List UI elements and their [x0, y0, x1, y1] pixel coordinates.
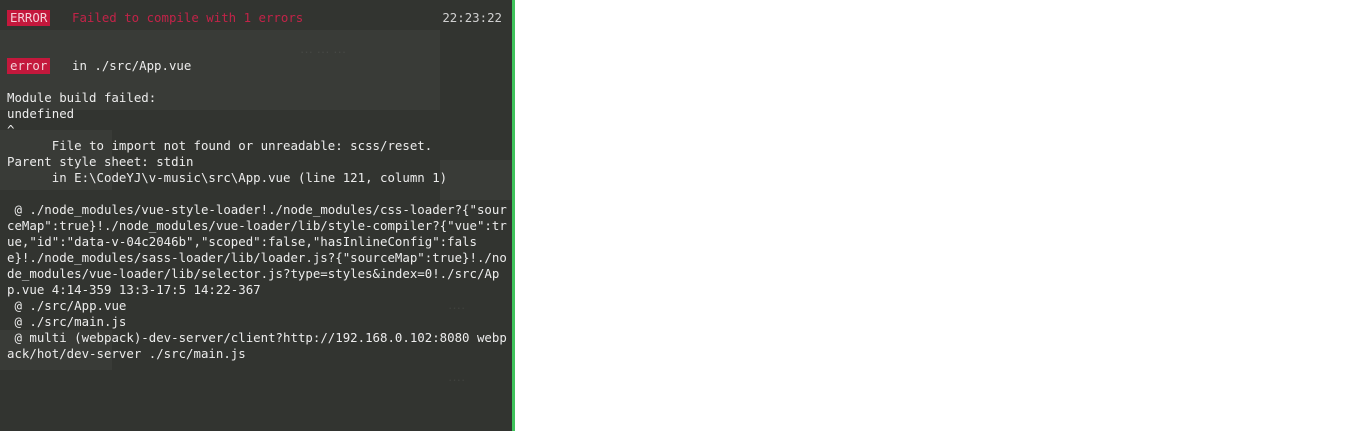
- stack-trace-line: @ multi (webpack)-dev-server/client?http…: [7, 330, 507, 361]
- error-heading: error in ./src/App.vue: [0, 58, 512, 74]
- error-line: Parent style sheet: stdin: [7, 154, 194, 169]
- compile-status-message: Failed to compile with 1 errors: [72, 10, 304, 25]
- error-message-body: Module build failed: undefined ^ File to i…: [7, 90, 507, 362]
- error-file-location: in ./src/App.vue: [72, 58, 192, 73]
- error-line: undefined: [7, 106, 75, 121]
- compile-timestamp: 22:23:22: [442, 10, 502, 25]
- overlay-header: ERROR Failed to compile with 1 errors 22…: [0, 10, 512, 26]
- stack-trace-line: @ ./node_modules/vue-style-loader!./node…: [7, 202, 507, 297]
- error-badge: error: [7, 58, 51, 74]
- error-line: Module build failed:: [7, 90, 157, 105]
- stack-trace-line: @ ./src/App.vue: [7, 298, 127, 313]
- error-overlay: ··· ··· ··· ···· ···· ERROR Failed to co…: [0, 0, 515, 431]
- error-line: ^: [7, 122, 15, 137]
- error-line: in E:\CodeYJ\v-music\src\App.vue (line 1…: [7, 170, 448, 185]
- error-line: File to import not found or unreadable: …: [7, 138, 433, 153]
- stack-trace-line: @ ./src/main.js: [7, 314, 127, 329]
- error-count-badge: ERROR: [7, 10, 51, 26]
